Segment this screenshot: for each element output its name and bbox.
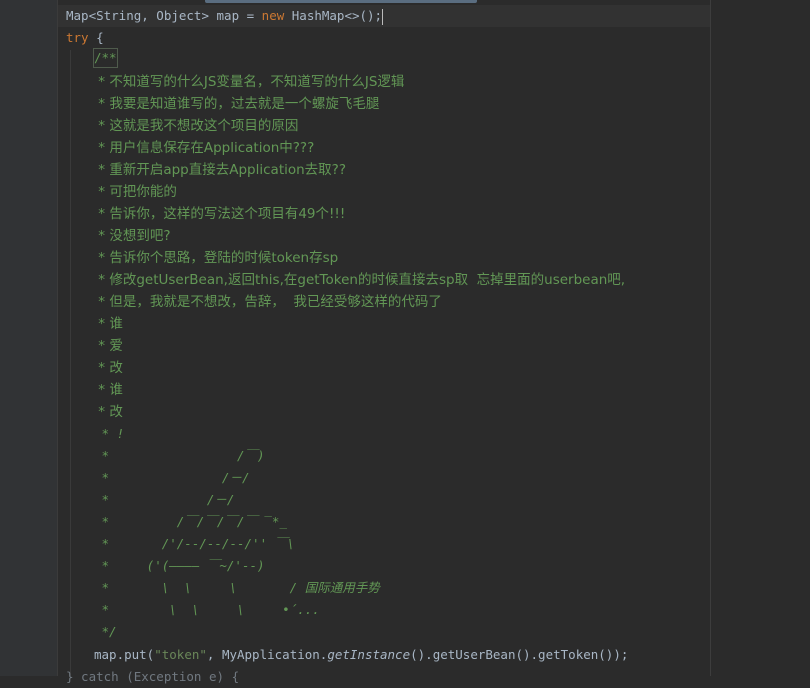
- comment-line: * 没想到吧?: [94, 228, 171, 244]
- string-literal-token: "token": [154, 647, 207, 662]
- comment-line: * 改: [94, 360, 123, 376]
- comment-line: * 告诉你，这样的写法这个项目有49个!!!: [94, 206, 346, 222]
- method-get-instance: getInstance: [327, 647, 411, 662]
- horizontal-scrollbar-thumb[interactable]: [205, 0, 477, 3]
- comment-line: * 但是，我就是不想改，告辞， 我已经受够这样的代码了: [94, 294, 442, 310]
- keyword-try: try: [66, 30, 89, 45]
- indent-guide: [70, 50, 71, 676]
- comment-line: * 谁: [94, 316, 123, 332]
- ascii-art-line: * ('(———— ￣~/'--): [94, 558, 265, 573]
- try-brace: {: [88, 30, 104, 45]
- put-call-mid: , MyApplication.: [206, 647, 328, 662]
- doc-comment-open[interactable]: /**: [93, 48, 118, 68]
- comment-line: * 谁: [94, 382, 123, 398]
- comment-line: * 这就是我不想改这个项目的原因: [94, 118, 299, 134]
- put-call-end: ().getUserBean().getToken());: [410, 647, 629, 662]
- comment-line: * !: [94, 426, 125, 441]
- code-line-map-put[interactable]: map.put("token", MyApplication.getInstan…: [94, 644, 628, 666]
- comment-line: * 告诉你个思路，登陆的时候token存sp: [94, 250, 339, 266]
- comment-line: * 重新开启app直接去Application去取??: [94, 162, 347, 178]
- ascii-art-line: * /－/: [94, 492, 235, 507]
- ascii-art-line: * /'/--/--/--/'' ￣\: [94, 536, 295, 551]
- comment-line: * 我要是知道谁写的，过去就是一个螺旋飞毛腿: [94, 96, 380, 112]
- code-line-catch[interactable]: } catch (Exception e) {: [66, 666, 239, 688]
- ascii-art-line: * /￣): [94, 448, 265, 463]
- map-decl-type: Map<String, Object> map =: [66, 8, 262, 23]
- keyword-new: new: [261, 8, 285, 23]
- code-line-try[interactable]: try {: [66, 27, 104, 49]
- right-margin-guide: [710, 0, 711, 676]
- comment-line: * 可把你能的: [94, 184, 177, 200]
- text-caret: [382, 8, 384, 25]
- comment-line: * 改: [94, 404, 123, 420]
- map-decl-ctor: HashMap<>();: [284, 8, 383, 23]
- ascii-art-line: * /－/: [94, 470, 250, 485]
- comment-line: * 爱: [94, 338, 123, 354]
- comment-line: * 用户信息保存在Application中???: [94, 140, 315, 156]
- doc-comment-close: */: [94, 624, 117, 639]
- code-line-map-decl[interactable]: Map<String, Object> map = new HashMap<>(…: [66, 5, 384, 27]
- comment-line: * 不知道写的什么JS变量名，不知道写的什么JS逻辑: [94, 74, 405, 90]
- editor-gutter[interactable]: [0, 0, 58, 676]
- ascii-art-line: * \ \ \ / 国际通用手势: [94, 580, 380, 595]
- put-call-start: map.put(: [94, 647, 155, 662]
- ascii-art-line: * \ \ \ •´...: [94, 602, 320, 617]
- comment-line: * 修改getUserBean,返回this,在getToken的时候直接去sp…: [94, 272, 626, 288]
- ascii-art-line: * /￣/￣/￣/￣ ‾*_: [94, 514, 287, 529]
